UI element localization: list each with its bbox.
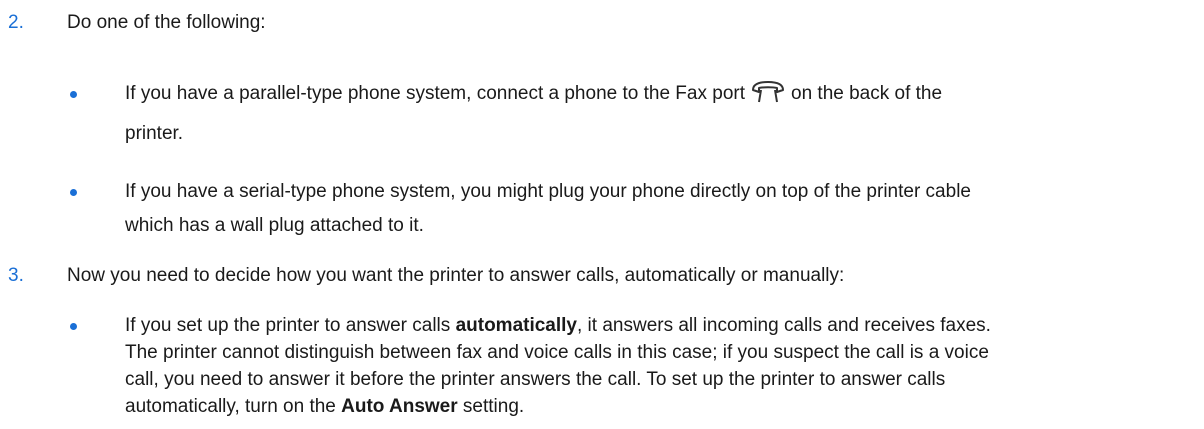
document-page: 2. Do one of the following: If you have … [0, 0, 1204, 429]
bullet-dot [70, 189, 77, 196]
bullet-text: If you have a parallel-type phone system… [125, 81, 943, 144]
step-number: 3. [8, 265, 24, 286]
bold-term: automatically [455, 315, 577, 336]
bold-term: Auto Answer [341, 396, 458, 417]
phone-port-icon [751, 81, 785, 112]
bullet-text: If you set up the printer to answer call… [125, 315, 991, 417]
bullet-dot [70, 323, 77, 330]
bullet-text: If you have a serial-type phone system, … [125, 181, 971, 236]
step-text: Now you need to decide how you want the … [67, 265, 845, 286]
step-number: 2. [8, 12, 24, 33]
bullet-dot [70, 91, 77, 98]
step-text: Do one of the following: [67, 12, 266, 33]
